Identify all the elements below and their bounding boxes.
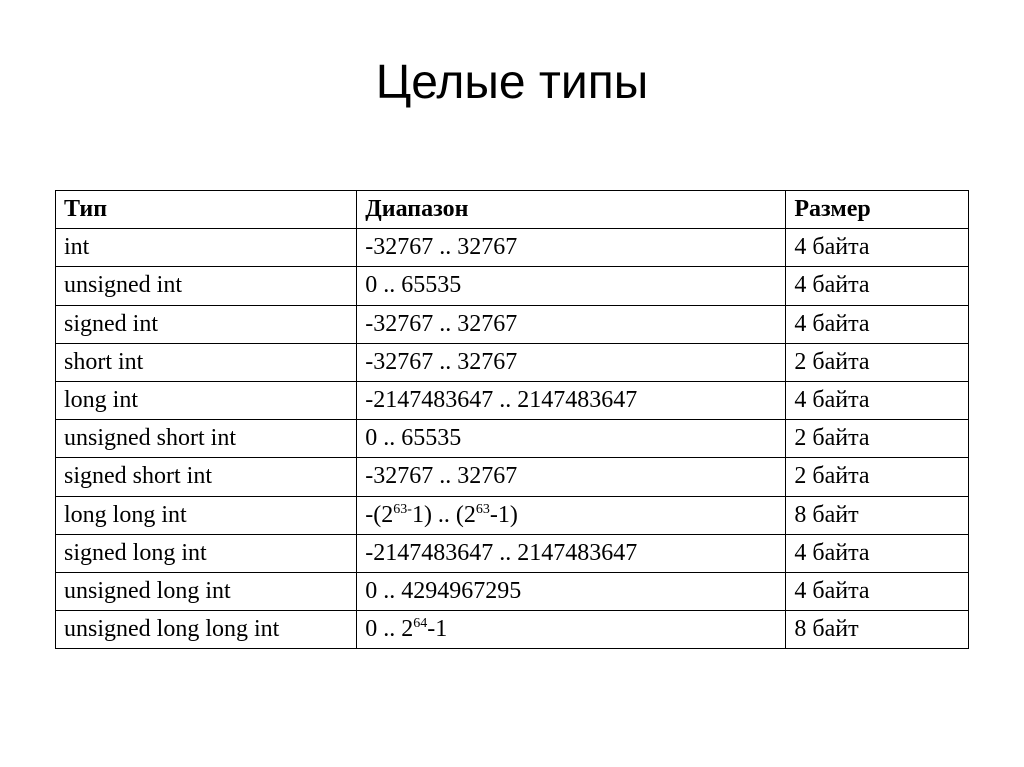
table-row: signed long int -2147483647 .. 214748364… <box>56 534 969 572</box>
header-size: Размер <box>786 191 969 229</box>
table-row: unsigned short int 0 .. 65535 2 байта <box>56 420 969 458</box>
table-row: signed int -32767 .. 32767 4 байта <box>56 305 969 343</box>
cell-type: unsigned long int <box>56 572 357 610</box>
cell-range: -2147483647 .. 2147483647 <box>357 381 786 419</box>
cell-size: 4 байта <box>786 267 969 305</box>
cell-size: 4 байта <box>786 572 969 610</box>
table-row: unsigned long int 0 .. 4294967295 4 байт… <box>56 572 969 610</box>
cell-type: long int <box>56 381 357 419</box>
cell-type: unsigned long long int <box>56 611 357 649</box>
cell-type: long long int <box>56 496 357 534</box>
page-title: Целые типы <box>55 55 969 110</box>
cell-type: int <box>56 229 357 267</box>
integer-types-table: Тип Диапазон Размер int -32767 .. 32767 … <box>55 190 969 649</box>
cell-type: unsigned int <box>56 267 357 305</box>
table-row: long int -2147483647 .. 2147483647 4 бай… <box>56 381 969 419</box>
header-type: Тип <box>56 191 357 229</box>
cell-size: 2 байта <box>786 458 969 496</box>
cell-range: -32767 .. 32767 <box>357 343 786 381</box>
cell-size: 8 байт <box>786 611 969 649</box>
cell-range: -32767 .. 32767 <box>357 305 786 343</box>
table-row: unsigned long long int 0 .. 264-1 8 байт <box>56 611 969 649</box>
cell-size: 2 байта <box>786 343 969 381</box>
cell-size: 8 байт <box>786 496 969 534</box>
cell-range: 0 .. 264-1 <box>357 611 786 649</box>
table-row: unsigned int 0 .. 65535 4 байта <box>56 267 969 305</box>
cell-type: short int <box>56 343 357 381</box>
cell-range: -2147483647 .. 2147483647 <box>357 534 786 572</box>
cell-range: 0 .. 65535 <box>357 267 786 305</box>
cell-size: 4 байта <box>786 534 969 572</box>
cell-range: 0 .. 4294967295 <box>357 572 786 610</box>
cell-range: 0 .. 65535 <box>357 420 786 458</box>
cell-size: 2 байта <box>786 420 969 458</box>
cell-size: 4 байта <box>786 381 969 419</box>
table-row: long long int -(263-1) .. (263-1) 8 байт <box>56 496 969 534</box>
table-body: int -32767 .. 32767 4 байта unsigned int… <box>56 229 969 649</box>
table-row: signed short int -32767 .. 32767 2 байта <box>56 458 969 496</box>
cell-range: -32767 .. 32767 <box>357 458 786 496</box>
cell-range: -(263-1) .. (263-1) <box>357 496 786 534</box>
table-row: short int -32767 .. 32767 2 байта <box>56 343 969 381</box>
cell-range: -32767 .. 32767 <box>357 229 786 267</box>
cell-type: signed long int <box>56 534 357 572</box>
cell-type: signed short int <box>56 458 357 496</box>
table-row: int -32767 .. 32767 4 байта <box>56 229 969 267</box>
cell-size: 4 байта <box>786 229 969 267</box>
table-header-row: Тип Диапазон Размер <box>56 191 969 229</box>
cell-type: unsigned short int <box>56 420 357 458</box>
header-range: Диапазон <box>357 191 786 229</box>
cell-type: signed int <box>56 305 357 343</box>
cell-size: 4 байта <box>786 305 969 343</box>
